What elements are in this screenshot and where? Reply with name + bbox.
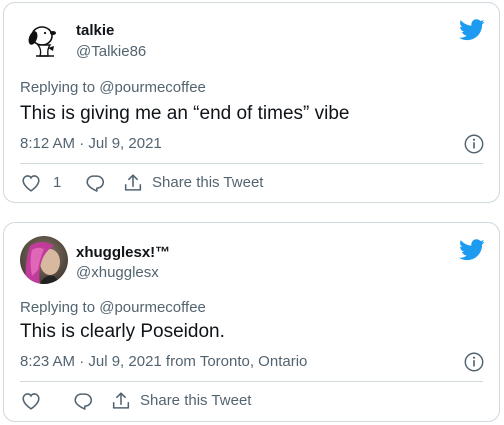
share-button[interactable]: Share this Tweet <box>110 390 251 412</box>
tweet-timestamp[interactable]: 8:12 AM · Jul 9, 2021 <box>20 135 162 153</box>
tweet-timestamp[interactable]: 8:23 AM · Jul 9, 2021 from Toronto, Onta… <box>20 353 307 371</box>
reply-icon <box>86 175 105 192</box>
divider <box>20 381 483 382</box>
avatar[interactable] <box>20 236 68 284</box>
twitter-bird-icon[interactable] <box>459 239 485 261</box>
like-button[interactable]: 1 <box>20 172 84 194</box>
share-label: Share this Tweet <box>140 392 252 409</box>
like-count: 1 <box>53 174 62 191</box>
share-icon <box>124 174 142 191</box>
like-button[interactable] <box>20 390 72 412</box>
share-icon <box>112 392 130 409</box>
tweet-card[interactable]: talkie @Talkie86 Replying to @pourmecoff… <box>3 2 500 203</box>
purple-pink-hair-avatar-icon <box>20 236 68 284</box>
tweet-actions: 1 Share this Tweet <box>20 171 263 195</box>
avatar[interactable] <box>20 16 68 64</box>
author-name[interactable]: xhugglesx!™ <box>76 244 170 262</box>
info-icon[interactable] <box>463 133 485 155</box>
info-icon[interactable] <box>463 351 485 373</box>
reply-button[interactable] <box>72 390 110 412</box>
divider <box>20 163 483 164</box>
share-button[interactable]: Share this Tweet <box>122 172 263 194</box>
reply-button[interactable] <box>84 172 122 194</box>
author-name[interactable]: talkie <box>76 22 114 40</box>
author-handle[interactable]: @Talkie86 <box>76 43 146 61</box>
replying-to-link[interactable]: Replying to @pourmecoffee <box>20 79 206 97</box>
tweet-card[interactable]: xhugglesx!™ @xhugglesx Replying to @pour… <box>3 222 500 422</box>
share-label: Share this Tweet <box>152 174 264 191</box>
reply-icon <box>74 393 93 410</box>
tweet-text: This is clearly Poseidon. <box>20 321 225 342</box>
twitter-bird-icon[interactable] <box>459 19 485 41</box>
tweet-text: This is giving me an “end of times” vibe <box>20 103 350 124</box>
replying-to-link[interactable]: Replying to @pourmecoffee <box>20 299 206 317</box>
heart-icon <box>22 393 40 410</box>
author-handle[interactable]: @xhugglesx <box>76 264 159 282</box>
heart-icon <box>22 175 40 192</box>
snoopy-avatar-icon <box>20 16 68 64</box>
tweet-actions: Share this Tweet <box>20 389 251 413</box>
